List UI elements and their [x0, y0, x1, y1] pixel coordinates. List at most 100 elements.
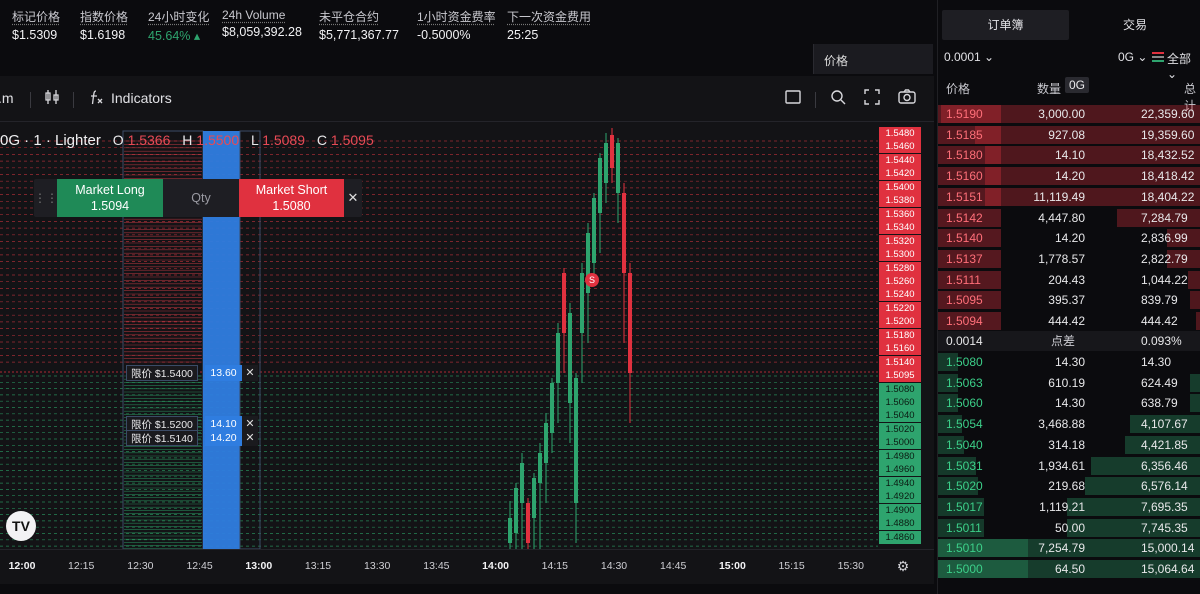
tick-size-value: 0.0001: [944, 50, 981, 64]
bid-row[interactable]: 1.5010 7,254.79 15,000.14: [938, 538, 1200, 558]
market-short-button[interactable]: Market Short 1.5080: [239, 179, 344, 217]
ask-row[interactable]: 1.5140 14.20 2,836.99: [938, 228, 1200, 248]
price-select-label: 价格: [824, 54, 849, 68]
ask-row[interactable]: 1.5160 14.20 18,418.42: [938, 166, 1200, 186]
row-price: 1.5017: [946, 499, 983, 514]
price-axis-label: 1.5300: [879, 248, 921, 262]
orderbook-tabs: 订单簿 交易: [938, 10, 1200, 40]
bid-row[interactable]: 1.5060 14.30 638.79: [938, 393, 1200, 413]
bid-row[interactable]: 1.5040 314.18 4,421.85: [938, 435, 1200, 455]
stat-mark-price: 标记价格 $1.5309: [12, 8, 60, 42]
legend-low-key: L: [251, 132, 259, 148]
ask-row[interactable]: 1.5180 14.10 18,432.52: [938, 145, 1200, 165]
qty-input[interactable]: Qty: [163, 179, 239, 217]
time-axis-label: 14:45: [660, 560, 687, 572]
spread-row: 0.0014 点差 0.093%: [938, 331, 1200, 351]
time-axis[interactable]: ⚙ 12:00 12:15 12:30 12:45 13:00 13:15 13:30 13:…: [0, 549, 934, 584]
stat-label: 未平仓合约: [319, 10, 380, 24]
tradingview-logo[interactable]: TV: [6, 511, 36, 541]
ask-row[interactable]: 1.5151 11,119.49 18,404.22: [938, 187, 1200, 207]
settings-gear-icon[interactable]: ⚙: [894, 557, 912, 575]
toolbar-divider: [815, 92, 816, 108]
price-axis[interactable]: 1.5480 1.5460 1.5440 1.5420 1.5400 1.5380 1.53…: [878, 123, 922, 549]
time-axis-label: 15:30: [837, 560, 864, 572]
cancel-order-icon[interactable]: ✕: [242, 365, 258, 381]
toolbar-divider: [30, 92, 31, 108]
row-size: 927.08: [1048, 127, 1085, 142]
bid-row[interactable]: 1.5080 14.30 14.30: [938, 352, 1200, 372]
ask-row[interactable]: 1.5185 927.08 19,359.60: [938, 125, 1200, 145]
row-total: 7,695.35: [1141, 499, 1188, 514]
tick-size-select[interactable]: 0.0001 ⌄: [944, 50, 994, 64]
stat-label: 指数价格: [80, 10, 129, 24]
market-stats-bar: 标记价格 $1.5309 指数价格 $1.6198 24小时变化 45.64% …: [0, 0, 935, 44]
row-price: 1.5054: [946, 417, 983, 432]
unit-select[interactable]: 0G ⌄: [1118, 50, 1147, 64]
interval-selector[interactable]: .m: [0, 90, 14, 106]
bid-row[interactable]: 1.5011 50.00 7,745.35: [938, 518, 1200, 538]
candle-body: [532, 478, 536, 518]
stat-24h-volume: 24h Volume $8,059,392.28: [222, 8, 302, 39]
price-axis-label: 1.5360: [879, 207, 921, 221]
row-size: 1,778.57: [1038, 251, 1085, 266]
row-price: 1.5094: [946, 314, 983, 328]
time-axis-label: 13:30: [364, 560, 391, 572]
price-type-select[interactable]: 价格: [813, 44, 933, 74]
row-price: 1.5095: [946, 293, 983, 308]
market-long-button[interactable]: Market Long 1.5094: [57, 179, 163, 217]
row-size: 3,000.00: [1038, 107, 1085, 121]
sell-marker[interactable]: S: [585, 273, 599, 287]
book-view-icon[interactable]: [1152, 52, 1164, 62]
tab-trades[interactable]: 交易: [1069, 10, 1200, 40]
ask-row[interactable]: 1.5137 1,778.57 2,822.79: [938, 249, 1200, 269]
cancel-order-icon[interactable]: ✕: [242, 430, 258, 446]
col-size-unit-toggle[interactable]: 0G: [1065, 77, 1090, 93]
spread-pct: 0.093%: [1141, 334, 1182, 348]
stat-value: 25:25: [507, 28, 539, 42]
orderbook-controls: 0.0001 ⌄ 0G ⌄ 全部 ⌄: [938, 44, 1200, 81]
zoom-search-icon[interactable]: [828, 88, 848, 108]
candle-style-icon[interactable]: [42, 88, 62, 108]
bid-row[interactable]: 1.5063 610.19 624.49: [938, 373, 1200, 393]
row-total: 839.79: [1141, 293, 1178, 308]
ask-row[interactable]: 1.5094 444.42 444.42: [938, 311, 1200, 331]
row-total: 18,432.52: [1141, 148, 1195, 163]
tab-orderbook[interactable]: 订单簿: [942, 10, 1069, 40]
indicators-button[interactable]: Indicators: [111, 90, 172, 106]
ask-row[interactable]: 1.5111 204.43 1,044.22: [938, 270, 1200, 290]
candle-body: [592, 198, 596, 263]
expand-icon[interactable]: [862, 88, 882, 108]
row-total: 444.42: [1141, 314, 1178, 328]
row-size: 1,119.21: [1039, 499, 1085, 514]
camera-icon[interactable]: [897, 88, 917, 108]
row-total: 624.49: [1141, 375, 1178, 390]
indicators-icon[interactable]: [86, 88, 106, 108]
fullscreen-square-icon[interactable]: [783, 88, 803, 108]
price-axis-label: 1.5040: [879, 409, 921, 423]
legend-close-key: C: [316, 132, 328, 148]
row-size: 64.50: [1054, 562, 1085, 576]
row-total: 4,107.67: [1141, 417, 1188, 432]
bid-row[interactable]: 1.5017 1,119.21 7,695.35: [938, 497, 1200, 517]
bid-row[interactable]: 1.5000 64.50 15,064.64: [938, 559, 1200, 579]
price-axis-label: 1.5420: [879, 167, 921, 181]
close-icon[interactable]: ✕: [344, 179, 362, 217]
row-size: 444.42: [1048, 314, 1085, 328]
row-price: 1.5060: [946, 396, 983, 411]
chart-plot-area[interactable]: 0G · 1 · Lighter O 1.5366 H 1.5500 L 1.5…: [0, 123, 878, 549]
price-axis-label: 1.5460: [879, 140, 921, 154]
ask-row[interactable]: 1.5190 3,000.00 22,359.60: [938, 104, 1200, 124]
ask-row[interactable]: 1.5142 4,447.80 7,284.79: [938, 208, 1200, 228]
candle-body: [610, 135, 614, 168]
ask-row[interactable]: 1.5095 395.37 839.79: [938, 290, 1200, 310]
bid-row[interactable]: 1.5020 219.68 6,576.14: [938, 476, 1200, 496]
bid-row[interactable]: 1.5031 1,934.61 6,356.46: [938, 456, 1200, 476]
price-axis-label: 1.5180: [879, 328, 921, 342]
row-price: 1.5031: [946, 458, 983, 473]
drag-handle-icon[interactable]: ⋮⋮: [34, 179, 58, 217]
bid-row[interactable]: 1.5054 3,468.88 4,107.67: [938, 414, 1200, 434]
depth-bar: [1190, 291, 1200, 310]
candle-body: [616, 143, 620, 193]
bottom-strip: [0, 584, 934, 594]
stat-24h-change: 24小时变化 45.64% ▴: [148, 8, 209, 43]
